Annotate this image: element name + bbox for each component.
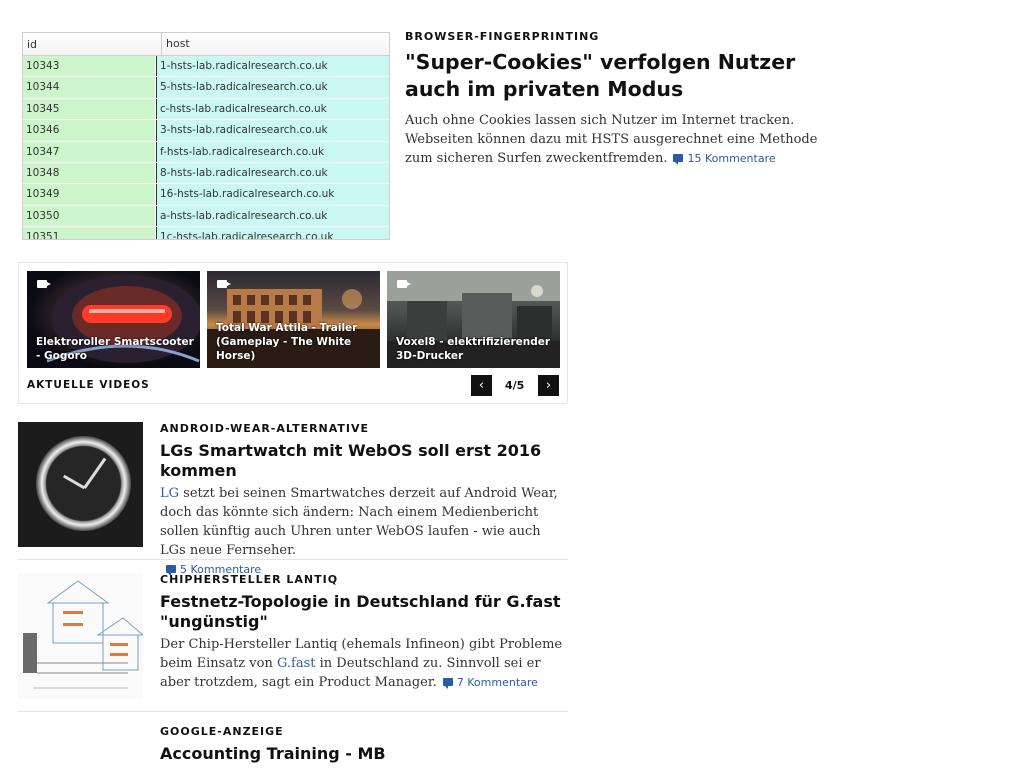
cell-host: 8-hsts-lab.radicalresearch.co.uk — [156, 162, 389, 184]
watch-face — [36, 436, 131, 531]
top-story-comments-link[interactable]: 15 Kommentare — [667, 152, 776, 165]
article-gfast: CHIPHERSTELLER LANTIQ Festnetz-Topologie… — [18, 573, 568, 699]
article-divider — [18, 711, 568, 712]
videos-heading: AKTUELLE VIDEOS — [27, 379, 150, 391]
table-row: 10350 a-hsts-lab.radicalresearch.co.uk — [23, 205, 389, 228]
top-story: BROWSER-FINGERPRINTING "Super-Cookies" v… — [405, 30, 845, 168]
table-row: 10349 16-hsts-lab.radicalresearch.co.uk — [23, 184, 389, 206]
top-story-comments-label: 15 Kommentare — [687, 152, 776, 165]
cell-id: 10349 — [23, 184, 155, 205]
cell-host: 5-hsts-lab.radicalresearch.co.uk — [156, 77, 389, 98]
ad-content: GOOGLE-ANZEIGE Accounting Training - MB — [160, 725, 568, 764]
ad-title[interactable]: Accounting Training - MB — [160, 744, 568, 764]
article-title[interactable]: Festnetz-Topologie in Deutschland für G.… — [160, 592, 568, 632]
cell-host: a-hsts-lab.radicalresearch.co.uk — [156, 205, 389, 227]
table-row: 10348 8-hsts-lab.radicalresearch.co.uk — [23, 162, 389, 185]
article-title[interactable]: LGs Smartwatch mit WebOS soll erst 2016 … — [160, 441, 568, 481]
video-label: Total War Attila - Trailer (Gameplay - T… — [216, 322, 358, 362]
cell-host: f-hsts-lab.radicalresearch.co.uk — [156, 141, 389, 162]
cell-host: 3-hsts-lab.radicalresearch.co.uk — [156, 120, 389, 141]
comment-bubble-icon — [442, 678, 453, 689]
video-thumbnail-voxel8[interactable]: Voxel8 - elektrifizierender 3D-Drucker — [387, 271, 560, 368]
table-header: id host — [23, 33, 389, 56]
table-row: 10343 1-hsts-lab.radicalresearch.co.uk — [23, 56, 389, 78]
article-teaser-text: setzt bei seinen Smartwatches derzeit au… — [160, 486, 558, 558]
cell-id: 10348 — [23, 162, 155, 184]
article-divider — [18, 559, 568, 560]
article-comments-link[interactable]: 7 Kommentare — [437, 676, 538, 689]
table-row: 10351 1c-hsts-lab.radicalresearch.co.uk — [23, 227, 389, 239]
article-comments-label: 7 Kommentare — [456, 676, 538, 689]
video-camera-icon — [37, 280, 51, 288]
hsts-database-table-image[interactable]: id host 10343 1-hsts-lab.radicalresearch.… — [22, 32, 390, 240]
carousel-page-indicator: 4/5 — [505, 379, 525, 392]
table-row: 10347 f-hsts-lab.radicalresearch.co.uk — [23, 141, 389, 163]
column-header-host: host — [161, 33, 190, 55]
table-row: 10346 3-hsts-lab.radicalresearch.co.uk — [23, 120, 389, 142]
article-content: CHIPHERSTELLER LANTIQ Festnetz-Topologie… — [160, 573, 568, 692]
cell-id: 10344 — [23, 77, 155, 98]
cell-host: 1c-hsts-lab.radicalresearch.co.uk — [156, 227, 389, 239]
column-header-id: id — [27, 38, 38, 51]
video-carousel: Elektroroller Smartscooter - Gogoro Tota… — [18, 262, 568, 404]
gfast-link[interactable]: G.fast — [277, 656, 316, 671]
carousel-prev-button[interactable]: ‹ — [471, 375, 492, 396]
article-content: ANDROID-WEAR-ALTERNATIVE LGs Smartwatch … — [160, 422, 568, 579]
table-row: 10344 5-hsts-lab.radicalresearch.co.uk — [23, 77, 389, 99]
table-row: 10345 c-hsts-lab.radicalresearch.co.uk — [23, 98, 389, 121]
cell-host: 16-hsts-lab.radicalresearch.co.uk — [156, 184, 389, 205]
cell-id: 10345 — [23, 98, 155, 120]
cell-id: 10343 — [23, 56, 155, 77]
network-topology-diagram-image[interactable] — [18, 573, 143, 699]
article-teaser: LG setzt bei seinen Smartwatches derzeit… — [160, 484, 568, 579]
article-kicker[interactable]: CHIPHERSTELLER LANTIQ — [160, 573, 568, 586]
article-teaser: Der Chip-Hersteller Lantiq (ehemals Infi… — [160, 635, 568, 692]
comment-bubble-icon — [166, 565, 176, 576]
cell-id: 10347 — [23, 141, 155, 162]
google-ad: GOOGLE-ANZEIGE Accounting Training - MB — [18, 725, 568, 768]
cell-host: 1-hsts-lab.radicalresearch.co.uk — [156, 56, 389, 77]
video-label: Voxel8 - elektrifizierender 3D-Drucker — [396, 336, 551, 362]
carousel-next-button[interactable]: › — [538, 375, 559, 396]
lg-link[interactable]: LG — [160, 486, 179, 501]
cell-id: 10350 — [23, 205, 155, 227]
article-lg-smartwatch: ANDROID-WEAR-ALTERNATIVE LGs Smartwatch … — [18, 422, 568, 576]
smartwatch-image[interactable] — [18, 422, 143, 547]
top-story-teaser: Auch ohne Cookies lassen sich Nutzer im … — [405, 111, 845, 168]
video-camera-icon — [217, 280, 231, 288]
video-camera-icon — [397, 280, 411, 288]
ad-kicker: GOOGLE-ANZEIGE — [160, 725, 284, 738]
cell-host: c-hsts-lab.radicalresearch.co.uk — [156, 98, 389, 120]
video-label: Elektroroller Smartscooter - Gogoro — [36, 336, 194, 362]
top-story-kicker[interactable]: BROWSER-FINGERPRINTING — [405, 30, 845, 43]
article-kicker[interactable]: ANDROID-WEAR-ALTERNATIVE — [160, 422, 568, 435]
comment-bubble-icon — [673, 154, 684, 165]
top-story-title[interactable]: "Super-Cookies" verfolgen Nutzer auch im… — [405, 49, 845, 103]
topology-illustration — [23, 580, 143, 689]
cell-id: 10346 — [23, 120, 155, 141]
video-thumbnail-total-war[interactable]: Total War Attila - Trailer (Gameplay - T… — [207, 271, 380, 368]
video-thumbnail-gogoro[interactable]: Elektroroller Smartscooter - Gogoro — [27, 271, 200, 368]
cell-id: 10351 — [23, 227, 155, 239]
